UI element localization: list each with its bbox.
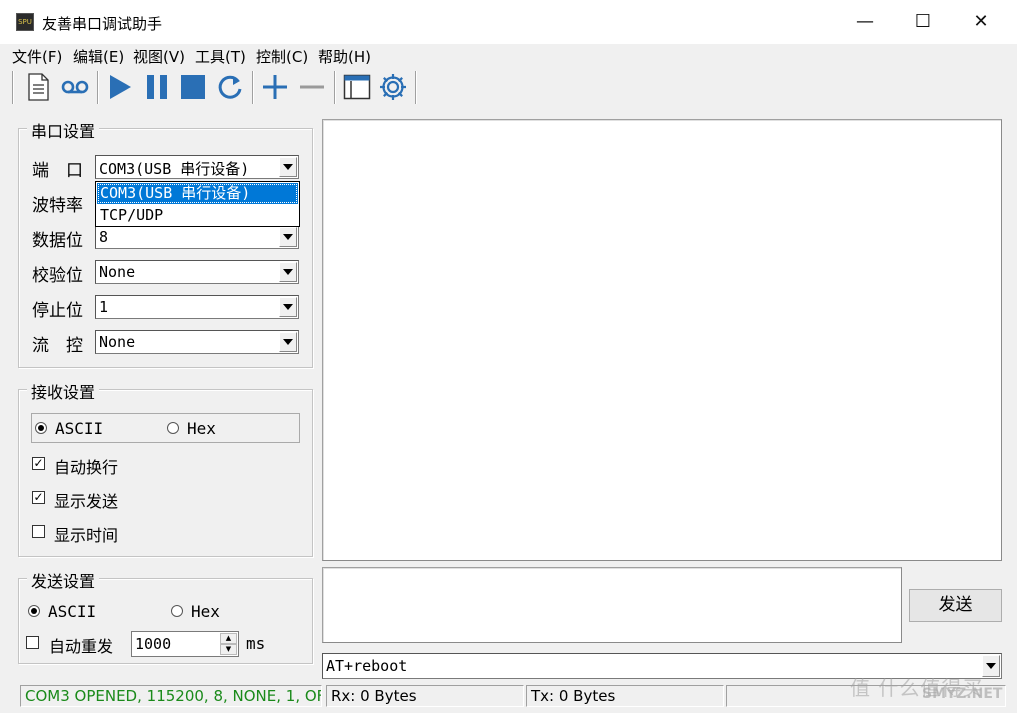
maximize-button[interactable]: ☐ xyxy=(894,0,952,44)
chevron-down-icon[interactable] xyxy=(279,297,297,317)
port-option-com3[interactable]: COM3(USB 串行设备) xyxy=(97,183,298,204)
interval-unit-label: ms xyxy=(246,634,266,653)
gear-icon[interactable] xyxy=(376,70,410,104)
window-title: 友善串口调试助手 xyxy=(42,15,163,33)
menu-file[interactable]: 文件(F) xyxy=(12,46,62,67)
flow-control-select[interactable]: None xyxy=(95,330,299,354)
refresh-icon[interactable] xyxy=(213,70,247,104)
port-dropdown-list: COM3(USB 串行设备) TCP/UDP xyxy=(95,181,300,227)
show-time-label: 显示时间 xyxy=(54,526,119,545)
send-hex-label: Hex xyxy=(191,602,220,621)
minimize-button[interactable]: — xyxy=(836,0,894,44)
flow-control-label: 流 控 xyxy=(32,336,83,356)
port-select-value: COM3(USB 串行设备) xyxy=(99,160,250,178)
minus-icon[interactable] xyxy=(295,70,329,104)
baud-label: 波特率 xyxy=(32,196,83,216)
send-text-area[interactable] xyxy=(322,567,902,643)
chevron-down-icon[interactable] xyxy=(279,157,297,177)
repeat-interval-spinbox[interactable]: 1000 ▲ ▼ xyxy=(131,631,239,657)
status-tx: Tx: 0 Bytes xyxy=(526,685,724,707)
show-send-label: 显示发送 xyxy=(54,492,119,511)
parity-select[interactable]: None xyxy=(95,260,299,284)
chevron-down-icon[interactable] xyxy=(279,332,297,352)
stop-bits-select[interactable]: 1 xyxy=(95,295,299,319)
stop-icon[interactable] xyxy=(176,70,210,104)
title-bar: SPU 友善串口调试助手 — ☐ ✕ xyxy=(0,0,1017,44)
data-bits-select[interactable]: 8 xyxy=(95,225,299,249)
parity-value: None xyxy=(99,263,136,281)
menu-tools[interactable]: 工具(T) xyxy=(195,46,246,67)
menu-view[interactable]: 视图(V) xyxy=(133,46,185,67)
serial-settings-title: 串口设置 xyxy=(27,118,100,142)
send-hex-radio[interactable] xyxy=(171,605,183,617)
menu-help[interactable]: 帮助(H) xyxy=(318,46,371,67)
receive-settings-title: 接收设置 xyxy=(27,379,100,403)
chevron-down-icon[interactable] xyxy=(279,262,297,282)
stop-bits-value: 1 xyxy=(99,298,109,316)
port-option-tcp-udp[interactable]: TCP/UDP xyxy=(97,205,298,226)
send-settings-title: 发送设置 xyxy=(27,568,100,592)
spin-up-icon[interactable]: ▲ xyxy=(220,633,237,644)
receive-hex-radio[interactable] xyxy=(167,422,179,434)
receive-text-area[interactable] xyxy=(322,119,1002,561)
status-rx: Rx: 0 Bytes xyxy=(326,685,524,707)
toolbar-separator xyxy=(97,71,99,104)
close-button[interactable]: ✕ xyxy=(952,0,1010,44)
send-ascii-label: ASCII xyxy=(48,602,97,621)
window-icon[interactable] xyxy=(340,70,374,104)
receive-ascii-label: ASCII xyxy=(55,419,104,438)
stop-bits-label: 停止位 xyxy=(32,301,83,321)
repeat-interval-value: 1000 xyxy=(135,635,172,653)
parity-label: 校验位 xyxy=(32,266,83,286)
spin-down-icon[interactable]: ▼ xyxy=(220,644,237,655)
status-port-state: COM3 OPENED, 115200, 8, NONE, 1, OFF xyxy=(20,685,322,707)
menu-control[interactable]: 控制(C) xyxy=(256,46,308,67)
show-send-checkbox[interactable]: ✓ xyxy=(32,491,45,504)
flow-control-value: None xyxy=(99,333,136,351)
toolbar xyxy=(0,67,1017,107)
cassette-icon[interactable] xyxy=(58,70,92,104)
watermark-url: SMYZ.NET xyxy=(922,686,1003,702)
document-icon[interactable] xyxy=(21,70,55,104)
send-button[interactable]: 发送 xyxy=(909,589,1002,622)
command-value: AT+reboot xyxy=(326,657,408,675)
toolbar-separator xyxy=(334,71,336,104)
toolbar-grip xyxy=(12,71,14,104)
toolbar-separator xyxy=(252,71,254,104)
data-bits-label: 数据位 xyxy=(32,231,83,251)
send-ascii-radio[interactable] xyxy=(28,605,40,617)
chevron-down-icon[interactable] xyxy=(982,655,1000,677)
plus-icon[interactable] xyxy=(258,70,292,104)
data-bits-value: 8 xyxy=(99,228,109,246)
pause-icon[interactable] xyxy=(140,70,174,104)
chevron-down-icon[interactable] xyxy=(279,227,297,247)
auto-wrap-checkbox[interactable]: ✓ xyxy=(32,457,45,470)
toolbar-separator xyxy=(415,71,417,104)
auto-wrap-label: 自动换行 xyxy=(54,458,119,477)
receive-ascii-radio[interactable] xyxy=(35,422,47,434)
auto-repeat-label: 自动重发 xyxy=(49,637,114,656)
menu-bar: 文件(F) 编辑(E) 视图(V) 工具(T) 控制(C) 帮助(H) xyxy=(0,44,1017,66)
play-icon[interactable] xyxy=(103,70,137,104)
port-label: 端 口 xyxy=(32,161,83,181)
menu-edit[interactable]: 编辑(E) xyxy=(73,46,124,67)
port-select[interactable]: COM3(USB 串行设备) xyxy=(95,155,299,179)
app-icon: SPU xyxy=(16,13,34,31)
receive-hex-label: Hex xyxy=(187,419,216,438)
auto-repeat-checkbox[interactable] xyxy=(26,636,39,649)
show-time-checkbox[interactable] xyxy=(32,525,45,538)
